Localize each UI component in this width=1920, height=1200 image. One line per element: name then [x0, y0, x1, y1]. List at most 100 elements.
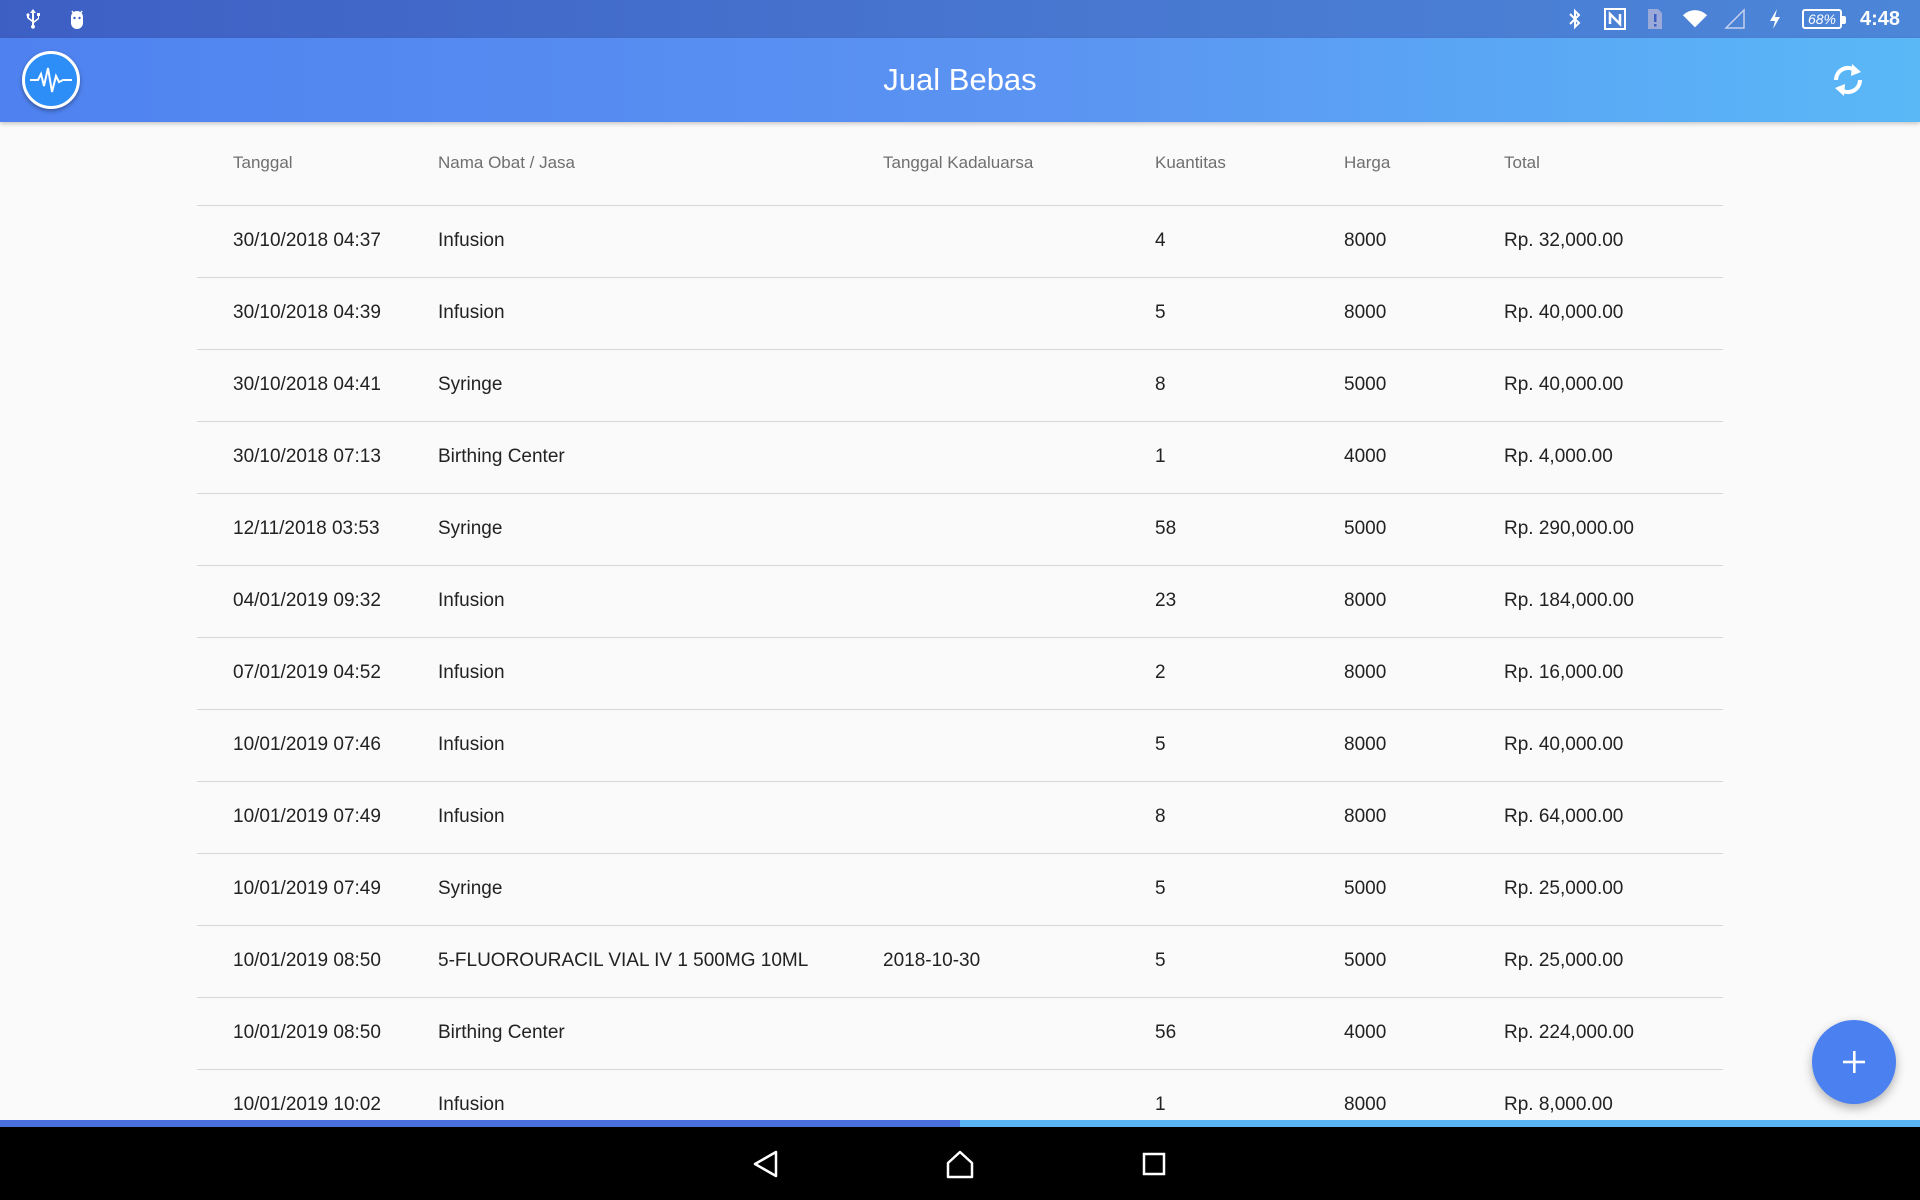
cell-name: Infusion	[438, 205, 883, 278]
back-icon	[753, 1150, 778, 1177]
table-row[interactable]: 30/10/2018 04:37 Infusion 4 8000 Rp. 32,000.…	[197, 205, 1723, 278]
header-kuantitas[interactable]: Kuantitas	[1155, 122, 1344, 206]
cell-qty: 23	[1155, 565, 1344, 638]
heartbeat-icon[interactable]	[22, 51, 80, 109]
table-row[interactable]: 07/01/2019 04:52 Infusion 2 8000 Rp. 16,000.…	[197, 637, 1723, 710]
table-body: 30/10/2018 04:37 Infusion 4 8000 Rp. 32,000.…	[197, 205, 1723, 1120]
add-sale-button[interactable]	[1812, 1020, 1896, 1104]
cell-expiry	[883, 205, 1155, 278]
cell-expiry	[883, 781, 1155, 854]
table-row[interactable]: 10/01/2019 10:02 Infusion 1 8000 Rp. 8,000.0…	[197, 1069, 1723, 1120]
android-debug-icon	[64, 6, 90, 32]
sales-table[interactable]: Tanggal Nama Obat / Jasa Tanggal Kadalua…	[197, 122, 1723, 1120]
cell-price: 5000	[1344, 853, 1504, 926]
cell-name: Syringe	[438, 853, 883, 926]
header-tanggal-kadaluarsa[interactable]: Tanggal Kadaluarsa	[883, 122, 1155, 206]
system-nav-bar	[0, 1127, 1920, 1200]
page-title: Jual Bebas	[883, 62, 1037, 97]
cell-total: Rp. 64,000.00	[1504, 781, 1723, 854]
cell-price: 4000	[1344, 997, 1504, 1070]
header-harga[interactable]: Harga	[1344, 122, 1504, 206]
recents-button[interactable]	[1132, 1142, 1176, 1186]
cell-date: 10/01/2019 10:02	[197, 1069, 438, 1120]
table-row[interactable]: 10/01/2019 08:50 5-FLUOROURACIL VIAL IV 1…	[197, 925, 1723, 998]
cell-total: Rp. 40,000.00	[1504, 709, 1723, 782]
cell-price: 8000	[1344, 205, 1504, 278]
sim-alert-icon	[1642, 6, 1668, 32]
charging-icon	[1762, 6, 1788, 32]
refresh-icon	[1833, 64, 1863, 96]
table-row[interactable]: 10/01/2019 08:50 Birthing Center 56 4000 Rp.…	[197, 997, 1723, 1070]
status-bar: 68% 4:48	[0, 0, 1920, 38]
header-total[interactable]: Total	[1504, 122, 1723, 206]
cell-expiry	[883, 565, 1155, 638]
cell-name: Infusion	[438, 277, 883, 350]
table-row[interactable]: 12/11/2018 03:53 Syringe 58 5000 Rp. 290,000…	[197, 493, 1723, 566]
cell-date: 10/01/2019 08:50	[197, 997, 438, 1070]
table-row[interactable]: 30/10/2018 04:39 Infusion 5 8000 Rp. 40,000.…	[197, 277, 1723, 350]
cell-date: 30/10/2018 07:13	[197, 421, 438, 494]
home-icon	[946, 1150, 974, 1178]
cell-total: Rp. 25,000.00	[1504, 853, 1723, 926]
cell-qty: 5	[1155, 925, 1344, 998]
header-nama-obat[interactable]: Nama Obat / Jasa	[438, 122, 883, 206]
cell-total: Rp. 40,000.00	[1504, 277, 1723, 350]
cell-date: 30/10/2018 04:39	[197, 277, 438, 350]
cell-name: Birthing Center	[438, 421, 883, 494]
cell-expiry	[883, 997, 1155, 1070]
cell-qty: 8	[1155, 781, 1344, 854]
table-row[interactable]: 10/01/2019 07:49 Syringe 5 5000 Rp. 25,000.0…	[197, 853, 1723, 926]
cell-qty: 1	[1155, 421, 1344, 494]
cell-total: Rp. 16,000.00	[1504, 637, 1723, 710]
cell-name: Infusion	[438, 781, 883, 854]
cell-price: 5000	[1344, 349, 1504, 422]
status-clock: 4:48	[1859, 7, 1900, 30]
cell-name: Syringe	[438, 349, 883, 422]
cell-signal-icon	[1722, 6, 1748, 32]
cell-total: Rp. 8,000.00	[1504, 1069, 1723, 1120]
cell-total: Rp. 40,000.00	[1504, 349, 1723, 422]
cell-qty: 8	[1155, 349, 1344, 422]
cell-total: Rp. 32,000.00	[1504, 205, 1723, 278]
cell-date: 10/01/2019 07:49	[197, 853, 438, 926]
refresh-button[interactable]	[1826, 58, 1870, 102]
cell-date: 30/10/2018 04:37	[197, 205, 438, 278]
back-button[interactable]	[744, 1142, 788, 1186]
cell-total: Rp. 290,000.00	[1504, 493, 1723, 566]
cell-expiry	[883, 1069, 1155, 1120]
header-tanggal[interactable]: Tanggal	[197, 122, 438, 206]
cell-date: 10/01/2019 07:46	[197, 709, 438, 782]
table-row[interactable]: 10/01/2019 07:46 Infusion 5 8000 Rp. 40,000.…	[197, 709, 1723, 782]
cell-name: Infusion	[438, 709, 883, 782]
cell-expiry	[883, 709, 1155, 782]
table-row[interactable]: 10/01/2019 07:49 Infusion 8 8000 Rp. 64,000.…	[197, 781, 1723, 854]
cell-total: Rp. 224,000.00	[1504, 997, 1723, 1070]
cell-name: Infusion	[438, 637, 883, 710]
cell-price: 8000	[1344, 277, 1504, 350]
cell-date: 12/11/2018 03:53	[197, 493, 438, 566]
cell-price: 5000	[1344, 493, 1504, 566]
cell-date: 10/01/2019 08:50	[197, 925, 438, 998]
cell-expiry	[883, 493, 1155, 566]
cell-expiry	[883, 853, 1155, 926]
cell-qty: 2	[1155, 637, 1344, 710]
cell-qty: 5	[1155, 709, 1344, 782]
table-row[interactable]: 30/10/2018 04:41 Syringe 8 5000 Rp. 40,000.0…	[197, 349, 1723, 422]
scroll-progress	[0, 1120, 1920, 1127]
cell-price: 4000	[1344, 421, 1504, 494]
cell-price: 8000	[1344, 637, 1504, 710]
table-row[interactable]: 04/01/2019 09:32 Infusion 23 8000 Rp. 184,00…	[197, 565, 1723, 638]
cell-total: Rp. 184,000.00	[1504, 565, 1723, 638]
recents-icon	[1142, 1152, 1166, 1175]
nfc-icon	[1602, 6, 1628, 32]
cell-name: Infusion	[438, 565, 883, 638]
cell-total: Rp. 25,000.00	[1504, 925, 1723, 998]
battery-icon: 68%	[1801, 9, 1846, 29]
cell-qty: 4	[1155, 205, 1344, 278]
cell-price: 8000	[1344, 781, 1504, 854]
home-button[interactable]	[938, 1142, 982, 1186]
cell-date: 10/01/2019 07:49	[197, 781, 438, 854]
scroll-progress-fill	[0, 1120, 960, 1127]
cell-qty: 5	[1155, 853, 1344, 926]
table-row[interactable]: 30/10/2018 07:13 Birthing Center 1 4000 Rp. …	[197, 421, 1723, 494]
